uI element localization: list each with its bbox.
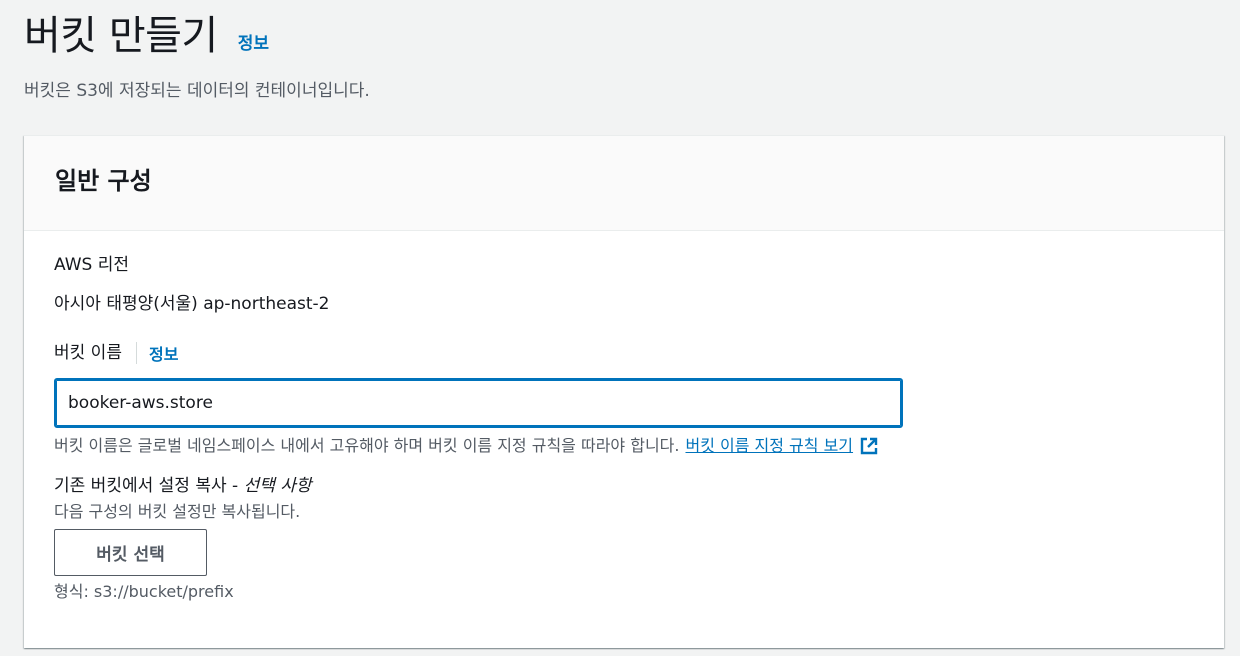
bucket-name-label: 버킷 이름 [54, 343, 122, 363]
panel-title: 일반 구성 [55, 166, 152, 195]
general-config-panel: 일반 구성 AWS 리전 아시아 태평양(서울) ap-northeast-2 … [24, 135, 1224, 648]
naming-rules-link[interactable]: 버킷 이름 지정 규칙 보기 [685, 434, 853, 458]
bucket-name-info-link[interactable]: 정보 [149, 341, 178, 365]
bucket-name-help: 버킷 이름은 글로벌 네임스페이스 내에서 고유해야 하며 버킷 이름 지정 규… [54, 434, 1194, 458]
format-hint: 형식: s3://bucket/prefix [54, 582, 234, 601]
panel-body: AWS 리전 아시아 태평양(서울) ap-northeast-2 버킷 이름 … [24, 231, 1224, 604]
region-label: AWS 리전 [54, 255, 129, 275]
optional-label: 선택 사항 [243, 476, 312, 496]
bucket-name-help-text: 버킷 이름은 글로벌 네임스페이스 내에서 고유해야 하며 버킷 이름 지정 규… [54, 436, 680, 455]
page-title: 버킷 만들기 [24, 13, 218, 59]
panel-header: 일반 구성 [24, 136, 1224, 231]
page-header: 버킷 만들기 정보 버킷은 S3에 저장되는 데이터의 컨테이너입니다. [24, 10, 370, 101]
label-divider [135, 342, 137, 364]
copy-settings-label: 기존 버킷에서 설정 복사 - 선택 사항 [54, 474, 1194, 498]
copy-settings-label-text: 기존 버킷에서 설정 복사 - [54, 476, 244, 496]
region-value: 아시아 태평양(서울) ap-northeast-2 [54, 294, 330, 314]
choose-bucket-button[interactable]: 버킷 선택 [54, 529, 207, 576]
external-link-icon[interactable] [859, 436, 879, 456]
bucket-name-label-row: 버킷 이름 정보 [54, 341, 1194, 365]
copy-settings-description: 다음 구성의 버킷 설정만 복사됩니다. [54, 502, 301, 521]
title-row: 버킷 만들기 정보 [24, 10, 370, 62]
header-info-link[interactable]: 정보 [238, 29, 269, 54]
page-description: 버킷은 S3에 저장되는 데이터의 컨테이너입니다. [24, 81, 370, 101]
bucket-name-input[interactable] [54, 378, 903, 428]
